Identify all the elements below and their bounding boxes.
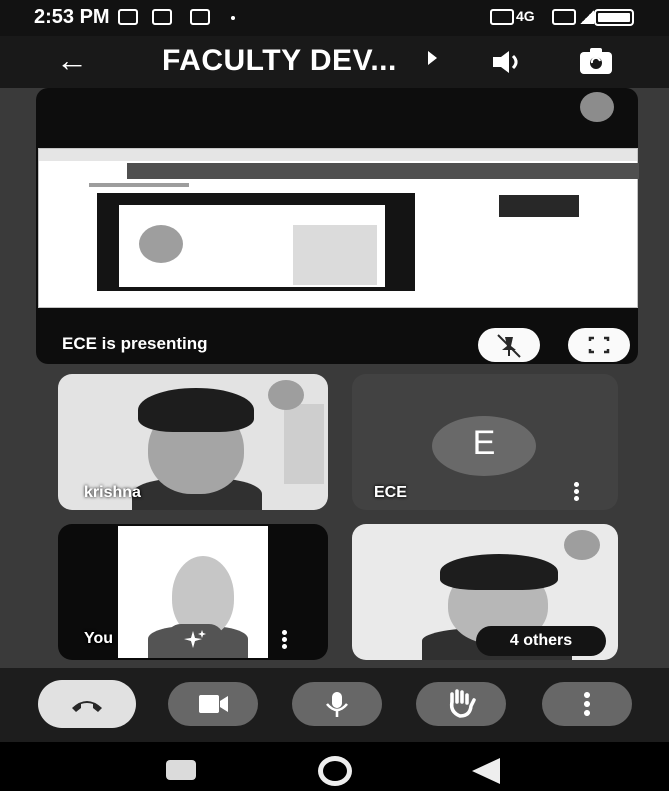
arrow-left-icon[interactable]: ← xyxy=(56,44,88,76)
participant-name: krishna xyxy=(84,484,141,501)
message-icon xyxy=(118,9,138,25)
call-end-icon xyxy=(72,701,102,712)
mic-off-icon xyxy=(580,92,614,122)
status-time: 2:53 PM xyxy=(34,6,110,28)
dot-icon xyxy=(231,16,235,20)
raise-hand-button[interactable] xyxy=(416,682,506,726)
fullscreen-button[interactable] xyxy=(568,328,630,362)
unpin-button[interactable] xyxy=(478,328,540,362)
shared-screen xyxy=(38,148,639,308)
more-options-button[interactable] xyxy=(542,682,632,726)
mic-off-icon xyxy=(268,380,304,410)
recents-icon[interactable] xyxy=(166,760,196,780)
upload-icon xyxy=(190,9,210,25)
microphone-button[interactable] xyxy=(292,682,382,726)
fullscreen-icon xyxy=(588,336,610,354)
battery-icon xyxy=(594,9,634,26)
notification-icon xyxy=(152,9,172,25)
speaker-icon[interactable] xyxy=(489,49,525,75)
mic-icon xyxy=(326,692,348,717)
camera-button[interactable] xyxy=(168,682,258,726)
avatar-letter: E xyxy=(472,424,496,462)
participant-name: ECE xyxy=(374,484,407,501)
more-vert-icon xyxy=(584,692,590,716)
sparkle-icon xyxy=(184,630,206,648)
others-label[interactable]: 4 others xyxy=(476,632,606,650)
presenting-label: ECE is presenting xyxy=(62,334,208,353)
pin-off-icon xyxy=(497,334,521,358)
effects-button[interactable] xyxy=(166,624,224,654)
network-type: 4G xyxy=(516,8,535,24)
leave-call-button[interactable] xyxy=(38,680,136,728)
home-icon[interactable] xyxy=(318,756,352,786)
signal-icon xyxy=(580,10,594,24)
meeting-title[interactable]: FACULTY DEV... xyxy=(162,44,397,78)
switch-camera-icon[interactable] xyxy=(578,46,614,76)
mic-off-icon xyxy=(564,530,600,560)
more-vert-icon[interactable] xyxy=(574,482,580,502)
hand-icon xyxy=(449,689,476,718)
volte-icon xyxy=(490,9,514,25)
chevron-right-icon[interactable] xyxy=(428,51,437,65)
back-triangle-icon[interactable] xyxy=(472,758,500,784)
more-vert-icon[interactable] xyxy=(282,630,288,650)
participant-name: You xyxy=(84,630,114,647)
videocam-icon xyxy=(199,695,228,713)
volte-icon-2 xyxy=(552,9,576,25)
